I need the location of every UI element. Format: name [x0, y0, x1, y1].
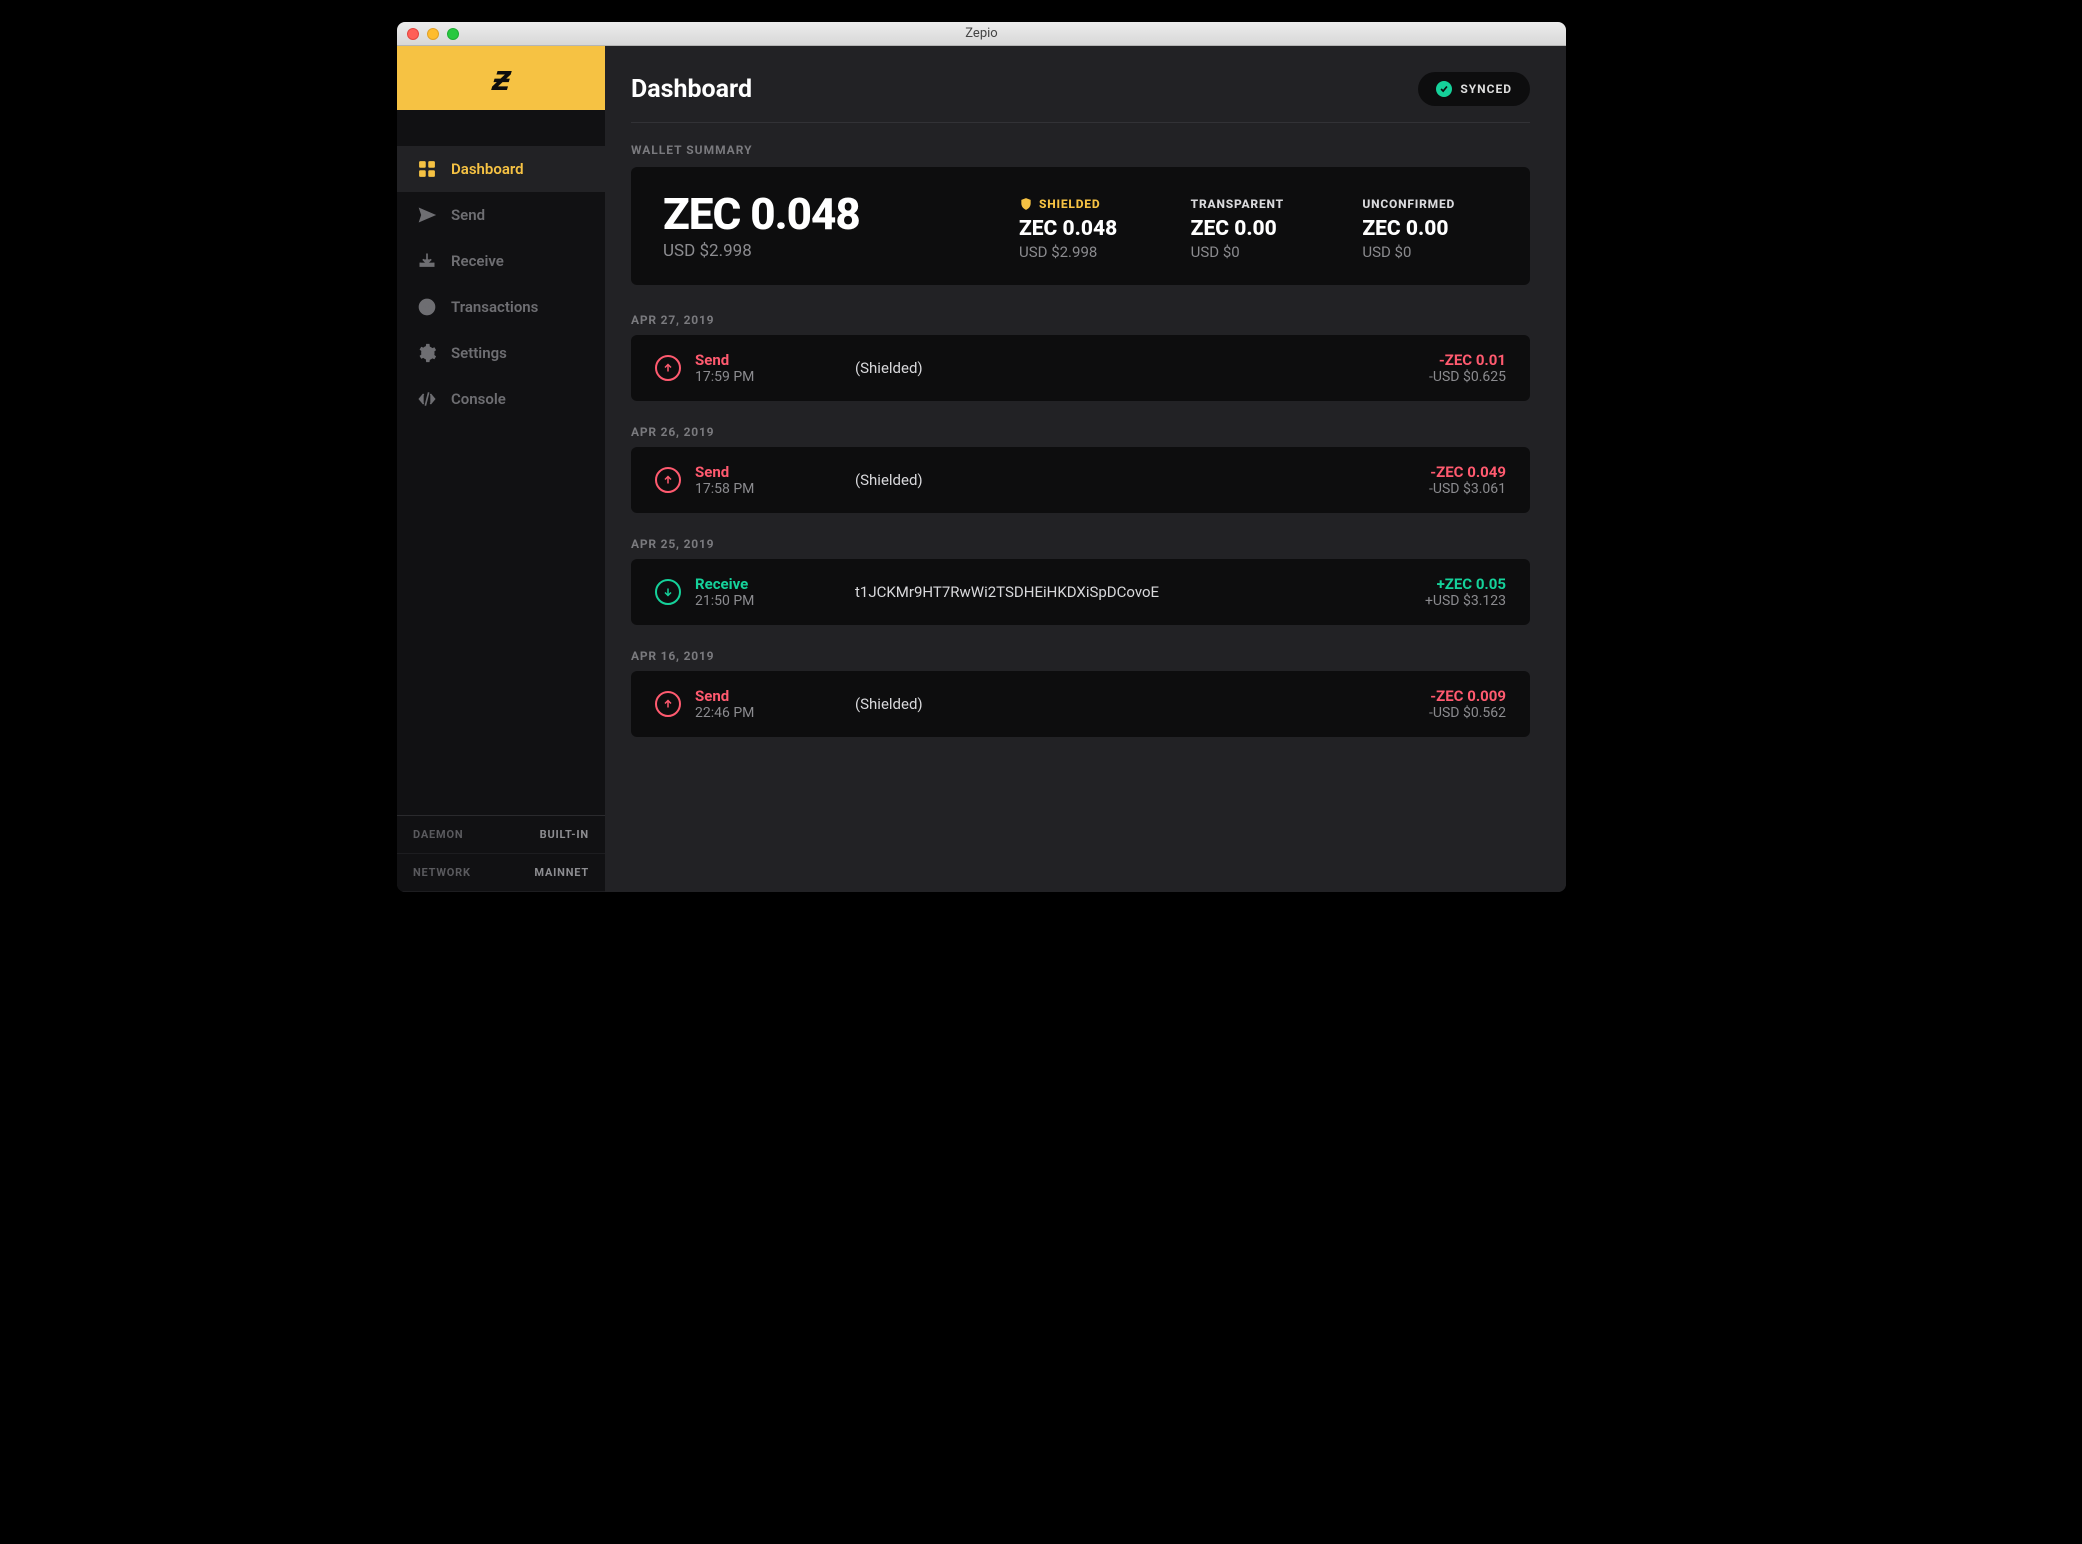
- titlebar: Zepio: [397, 22, 1566, 46]
- sidebar-item-receive[interactable]: Receive: [397, 238, 605, 284]
- total-balance-zec: ZEC 0.048: [663, 191, 983, 237]
- check-icon: [1436, 81, 1452, 97]
- sync-status-badge: SYNCED: [1418, 72, 1530, 106]
- transaction-amount-zec: -ZEC 0.009: [1429, 687, 1506, 705]
- transaction-address: (Shielded): [855, 359, 1429, 377]
- status-value: MAINNET: [534, 866, 589, 879]
- unconfirmed-usd: USD $0: [1362, 243, 1498, 261]
- shield-icon: [1019, 197, 1033, 211]
- transaction-address: (Shielded): [855, 471, 1429, 489]
- transaction-time: 22:46 PM: [695, 705, 754, 721]
- transaction-list: APR 27, 2019Send17:59 PM(Shielded)-ZEC 0…: [631, 313, 1530, 737]
- transaction-row[interactable]: Send17:59 PM (Shielded)-ZEC 0.01-USD $0.6…: [631, 335, 1530, 401]
- transaction-amount-zec: -ZEC 0.01: [1429, 351, 1506, 369]
- status-value: BUILT-IN: [540, 828, 589, 841]
- transaction-amount-usd: -USD $0.625: [1429, 369, 1506, 385]
- app-logo: ƶ: [397, 46, 605, 110]
- status-block: DAEMON BUILT-IN NETWORK MAINNET: [397, 815, 605, 892]
- transactions-icon: [417, 297, 437, 317]
- console-icon: [417, 389, 437, 409]
- transaction-type: Send: [695, 351, 754, 369]
- wallet-summary-card: ZEC 0.048 USD $2.998 SHIELDED ZEC 0.048 …: [631, 167, 1530, 285]
- sidebar-item-label: Receive: [451, 252, 504, 270]
- transaction-address: t1JCKMr9HT7RwWi2TSDHEiHKDXiSpDCovoE: [855, 583, 1425, 601]
- shielded-usd: USD $2.998: [1019, 243, 1155, 261]
- sidebar-item-label: Settings: [451, 344, 507, 362]
- page-title: Dashboard: [631, 75, 752, 104]
- transaction-amount-usd: +USD $3.123: [1425, 593, 1506, 609]
- transaction-date: APR 26, 2019: [631, 425, 1530, 439]
- main-content: Dashboard SYNCED WALLET SUMMARY ZEC 0.04…: [605, 46, 1566, 892]
- sidebar-item-settings[interactable]: Settings: [397, 330, 605, 376]
- zcash-logo-icon: ƶ: [491, 57, 511, 99]
- sidebar-item-label: Dashboard: [451, 160, 524, 178]
- transaction-type: Send: [695, 687, 754, 705]
- window-title: Zepio: [397, 26, 1566, 41]
- arrow-up-icon: [655, 467, 681, 493]
- transaction-address: (Shielded): [855, 695, 1429, 713]
- status-daemon: DAEMON BUILT-IN: [397, 816, 605, 854]
- transaction-time: 17:58 PM: [695, 481, 754, 497]
- transaction-type: Receive: [695, 575, 754, 593]
- status-network: NETWORK MAINNET: [397, 854, 605, 892]
- transaction-row[interactable]: Send17:58 PM (Shielded)-ZEC 0.049-USD $3.…: [631, 447, 1530, 513]
- transaction-row[interactable]: Send22:46 PM (Shielded)-ZEC 0.009-USD $0.…: [631, 671, 1530, 737]
- unconfirmed-label: UNCONFIRMED: [1362, 197, 1455, 211]
- gear-icon: [417, 343, 437, 363]
- transaction-type: Send: [695, 463, 754, 481]
- transaction-date: APR 16, 2019: [631, 649, 1530, 663]
- sidebar: ƶ Dashboard Send: [397, 46, 605, 892]
- status-label: DAEMON: [413, 828, 463, 841]
- arrow-down-icon: [655, 579, 681, 605]
- transaction-row[interactable]: Receive21:50 PM t1JCKMr9HT7RwWi2TSDHEiHKD…: [631, 559, 1530, 625]
- total-balance-usd: USD $2.998: [663, 241, 983, 261]
- transaction-date: APR 25, 2019: [631, 537, 1530, 551]
- transaction-amount-zec: -ZEC 0.049: [1429, 463, 1506, 481]
- close-icon[interactable]: [407, 28, 419, 40]
- arrow-up-icon: [655, 691, 681, 717]
- sidebar-item-transactions[interactable]: Transactions: [397, 284, 605, 330]
- minimize-icon[interactable]: [427, 28, 439, 40]
- transaction-amount-zec: +ZEC 0.05: [1425, 575, 1506, 593]
- app-window: Zepio ƶ Dashboard: [397, 22, 1566, 892]
- sidebar-item-label: Transactions: [451, 298, 538, 316]
- transaction-amount-usd: -USD $3.061: [1429, 481, 1506, 497]
- wallet-summary-label: WALLET SUMMARY: [631, 143, 1530, 157]
- unconfirmed-zec: ZEC 0.00: [1362, 217, 1498, 241]
- transparent-zec: ZEC 0.00: [1191, 217, 1327, 241]
- divider: [631, 122, 1530, 123]
- arrow-up-icon: [655, 355, 681, 381]
- sync-status-label: SYNCED: [1460, 82, 1512, 96]
- dashboard-icon: [417, 159, 437, 179]
- sidebar-item-dashboard[interactable]: Dashboard: [397, 146, 605, 192]
- sidebar-item-console[interactable]: Console: [397, 376, 605, 422]
- transaction-date: APR 27, 2019: [631, 313, 1530, 327]
- maximize-icon[interactable]: [447, 28, 459, 40]
- nav: Dashboard Send Receive: [397, 146, 605, 815]
- transaction-amount-usd: -USD $0.562: [1429, 705, 1506, 721]
- transparent-label: TRANSPARENT: [1191, 197, 1284, 211]
- transaction-time: 17:59 PM: [695, 369, 754, 385]
- receive-icon: [417, 251, 437, 271]
- status-label: NETWORK: [413, 866, 471, 879]
- shielded-label: SHIELDED: [1039, 197, 1100, 211]
- sidebar-item-label: Send: [451, 206, 485, 224]
- transparent-usd: USD $0: [1191, 243, 1327, 261]
- transaction-time: 21:50 PM: [695, 593, 754, 609]
- shielded-zec: ZEC 0.048: [1019, 217, 1155, 241]
- send-icon: [417, 205, 437, 225]
- sidebar-item-send[interactable]: Send: [397, 192, 605, 238]
- sidebar-item-label: Console: [451, 390, 506, 408]
